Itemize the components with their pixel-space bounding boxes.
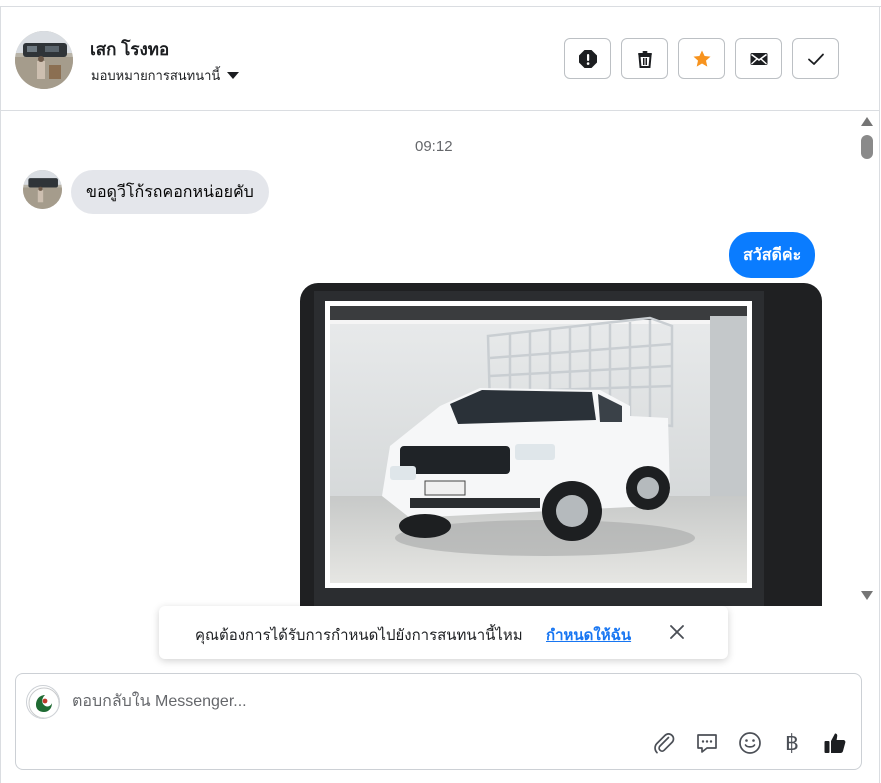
mark-spam-button[interactable] (564, 38, 611, 79)
mark-unread-button[interactable] (735, 38, 782, 79)
close-toast-button[interactable] (666, 621, 688, 643)
delete-button[interactable] (621, 38, 668, 79)
smiley-icon (739, 732, 761, 754)
reply-input[interactable] (72, 690, 632, 714)
outgoing-message[interactable]: สวัสดีค่ะ (729, 232, 816, 278)
trash-icon (637, 50, 652, 68)
assign-toast: คุณต้องการได้รับการกำหนดไปยังการสนทนานี้… (159, 606, 728, 659)
baht-icon: ฿ (785, 730, 799, 756)
assign-to-me-link[interactable]: กำหนดให้ฉัน (546, 623, 631, 647)
right-border (879, 6, 880, 783)
reply-composer: ฿ (15, 673, 862, 770)
close-icon (670, 625, 684, 639)
scrollbar-thumb[interactable] (861, 135, 873, 159)
page-avatar (26, 685, 60, 719)
caret-down-icon (227, 72, 240, 79)
chat-bubble-icon (697, 734, 717, 753)
scroll-down-arrow[interactable] (861, 591, 873, 600)
check-icon (807, 53, 824, 65)
attach-file-button[interactable] (650, 729, 678, 757)
conversation-header: เสก โรงทอ มอบหมายการสนทนานี้ (1, 7, 879, 111)
envelope-icon (750, 52, 767, 65)
scroll-up-arrow[interactable] (861, 117, 873, 126)
contact-avatar[interactable] (15, 31, 73, 89)
payment-button[interactable]: ฿ (778, 729, 806, 757)
message-list: 09:12 ขอดูวีโก้รถคอกหน่อยคับ สวัสดีค่ะ (1, 112, 857, 606)
image-frame (325, 301, 752, 588)
alert-icon (578, 49, 597, 68)
assign-label: มอบหมายการสนทนานี้ (91, 68, 221, 83)
message-timestamp: 09:12 (415, 138, 453, 155)
incoming-message[interactable]: ขอดูวีโก้รถคอกหน่อยคับ (71, 170, 269, 214)
star-button[interactable] (678, 38, 725, 79)
paperclip-icon (654, 733, 675, 754)
thumbs-up-icon (824, 733, 846, 753)
contact-name: เสก โรงทอ (90, 40, 170, 59)
star-icon (693, 50, 710, 67)
mark-done-button[interactable] (792, 38, 839, 79)
contact-avatar-small[interactable] (23, 170, 62, 209)
saved-replies-button[interactable] (693, 729, 721, 757)
toast-message: คุณต้องการได้รับการกำหนดไปยังการสนทนานี้… (195, 627, 523, 644)
like-button[interactable] (821, 729, 849, 757)
image-preview (314, 291, 764, 606)
assign-conversation-dropdown[interactable]: มอบหมายการสนทนานี้ (91, 65, 240, 86)
pickup-truck-photo (330, 306, 747, 583)
image-attachment[interactable] (300, 283, 822, 606)
emoji-button[interactable] (736, 729, 764, 757)
